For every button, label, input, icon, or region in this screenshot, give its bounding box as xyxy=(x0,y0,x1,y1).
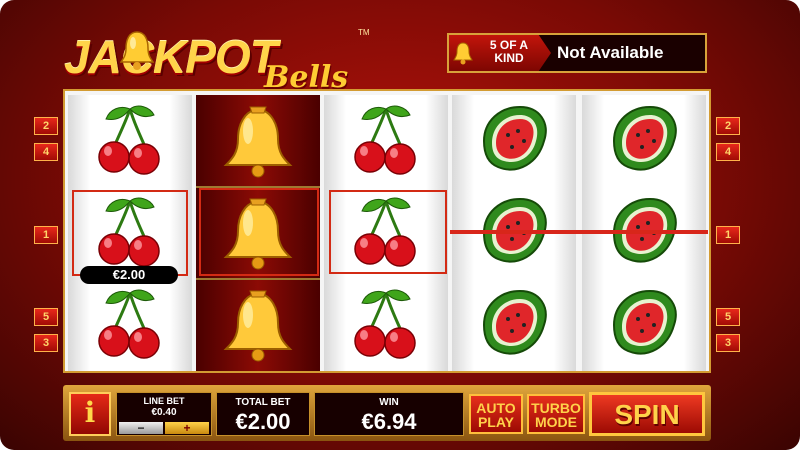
line-marker-left-3: 3 xyxy=(34,334,58,352)
win-highlight-box xyxy=(72,190,188,276)
autoplay-label-line1: AUTO xyxy=(476,400,516,416)
win-highlight-box xyxy=(329,190,447,274)
bell-icon xyxy=(453,42,473,65)
game-frame: JACKPOT Bells TM 5 OF A KIND Not Availab… xyxy=(0,0,800,450)
win-label: WIN xyxy=(379,397,399,408)
bell-icon xyxy=(223,106,293,178)
banner-tag-label: 5 OF A KIND xyxy=(489,38,529,65)
line-marker-left-5: 5 xyxy=(34,308,58,326)
reel-symbol-cherries xyxy=(68,279,192,371)
line-marker-right-3: 3 xyxy=(716,334,740,352)
line-marker-left-4: 4 xyxy=(34,143,58,161)
line-marker-right-4: 4 xyxy=(716,143,740,161)
line-marker-right-1: 1 xyxy=(716,226,740,244)
reel-symbol-cherries xyxy=(68,95,192,187)
reel-symbol-cherries xyxy=(324,279,448,371)
watermelon-icon xyxy=(482,105,547,171)
logo-jackpot-text: JACKPOT xyxy=(64,31,278,83)
autoplay-button[interactable]: AUTO PLAY xyxy=(469,394,523,434)
spin-button[interactable]: SPIN xyxy=(589,392,705,436)
cherries-icon xyxy=(98,105,160,175)
reel-symbol-watermelon xyxy=(452,95,576,187)
turbo-label-line1: TURBO xyxy=(531,400,581,416)
reel-symbol-watermelon xyxy=(452,279,576,371)
reel-symbol-bell xyxy=(196,95,320,187)
line-marker-left-2: 2 xyxy=(34,117,58,135)
cherries-icon xyxy=(354,289,416,359)
trademark-mark: TM xyxy=(358,28,370,37)
five-of-a-kind-banner: 5 OF A KIND Not Available xyxy=(447,33,707,73)
total-bet-label: TOTAL BET xyxy=(235,397,291,408)
bell-icon xyxy=(223,290,293,362)
info-button[interactable]: i xyxy=(69,392,111,436)
banner-status-text: Not Available xyxy=(557,43,664,62)
line-bet-value: €0.40 xyxy=(151,407,177,418)
reel-symbol-bell xyxy=(196,279,320,371)
reel-symbol-cherries xyxy=(324,95,448,187)
win-value: €6.94 xyxy=(361,409,417,434)
total-bet-panel: TOTAL BET €2.00 xyxy=(216,392,310,436)
turbo-label-line2: MODE xyxy=(535,414,577,430)
line-marker-left-1: 1 xyxy=(34,226,58,244)
watermelon-icon xyxy=(482,289,547,355)
win-highlight-box xyxy=(199,188,319,276)
watermelon-icon xyxy=(612,105,677,171)
bell-icon xyxy=(120,31,154,70)
reel-symbol-watermelon xyxy=(582,279,706,371)
total-bet-value: €2.00 xyxy=(235,409,291,434)
line-marker-right-2: 2 xyxy=(716,117,740,135)
line-bet-label: LINE BET xyxy=(143,396,185,406)
cherries-icon xyxy=(354,105,416,175)
line-bet-panel: LINE BET €0.40 − + xyxy=(116,392,212,436)
autoplay-label-line2: PLAY xyxy=(477,414,515,430)
cherries-icon xyxy=(98,289,160,359)
line-marker-right-5: 5 xyxy=(716,308,740,326)
reel-symbol-watermelon xyxy=(582,95,706,187)
line-win-amount: €2.00 xyxy=(80,266,178,284)
game-logo: JACKPOT Bells TM xyxy=(58,26,370,95)
increase-bet-button[interactable]: + xyxy=(165,422,209,434)
turbo-mode-button[interactable]: TURBO MODE xyxy=(527,394,585,434)
watermelon-icon xyxy=(612,289,677,355)
banner-tag: 5 OF A KIND xyxy=(449,35,551,71)
payline-line xyxy=(450,230,708,234)
win-panel: WIN €6.94 xyxy=(314,392,464,436)
decrease-bet-button[interactable]: − xyxy=(119,422,163,434)
